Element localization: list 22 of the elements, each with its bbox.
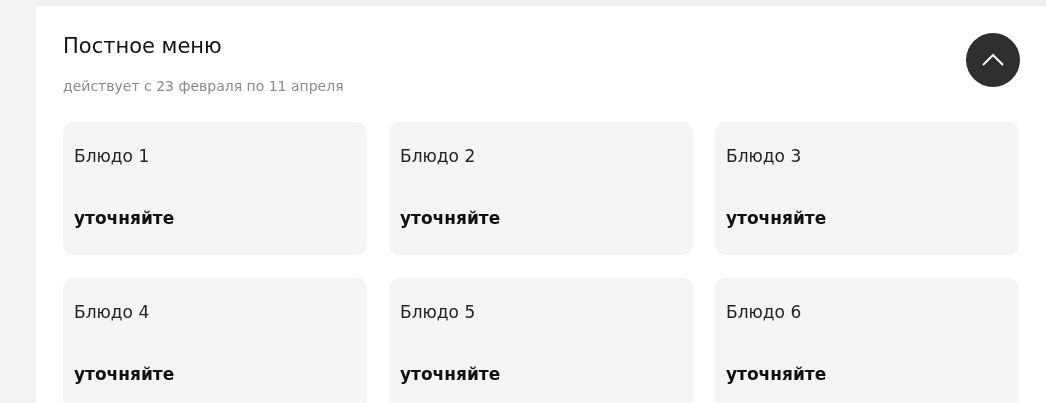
dish-card[interactable]: Блюдо 5 уточняйте [389,278,693,403]
dish-price: уточняйте [74,363,175,386]
section-title: Постное меню [63,33,223,60]
dish-name: Блюдо 3 [726,145,802,168]
section-subtitle: действует с 23 февраля по 11 апреля [63,77,345,96]
dish-price: уточняйте [726,207,827,230]
dish-name: Блюдо 1 [74,145,150,168]
dish-card[interactable]: Блюдо 2 уточняйте [389,122,693,255]
dish-card[interactable]: Блюдо 3 уточняйте [715,122,1019,255]
scroll-up-button[interactable] [966,33,1020,87]
dish-card[interactable]: Блюдо 4 уточняйте [63,278,367,403]
dish-price: уточняйте [726,363,827,386]
dish-name: Блюдо 4 [74,301,150,324]
dish-price: уточняйте [400,363,501,386]
dish-card[interactable]: Блюдо 1 уточняйте [63,122,367,255]
dish-price: уточняйте [74,207,175,230]
dish-name: Блюдо 6 [726,301,802,324]
dish-price: уточняйте [400,207,501,230]
dish-name: Блюдо 5 [400,301,476,324]
chevron-up-icon [982,54,1004,66]
dish-name: Блюдо 2 [400,145,476,168]
dish-card[interactable]: Блюдо 6 уточняйте [715,278,1019,403]
